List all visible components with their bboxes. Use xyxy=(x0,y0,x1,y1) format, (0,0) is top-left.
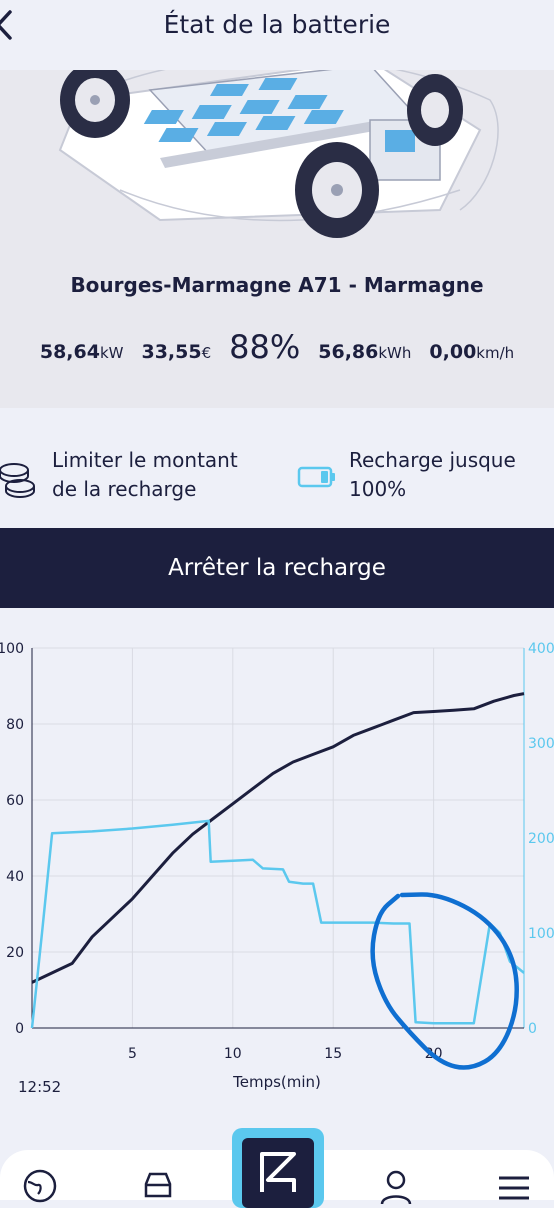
chart-x-axis-label: Temps(min) xyxy=(232,1073,321,1091)
menu-icon xyxy=(499,1176,529,1200)
y-tick-left-label: 100 xyxy=(0,641,24,657)
speed-unit: km/h xyxy=(476,344,515,362)
charge-percent-value: 88% xyxy=(229,328,301,366)
y-tick-left-label: 60 xyxy=(6,793,24,809)
nav-menu[interactable] xyxy=(494,1168,534,1208)
annotation-stroke xyxy=(370,892,519,1070)
y-tick-right-label: 400 xyxy=(528,641,554,657)
cost-value: 33,55 xyxy=(141,341,202,363)
y-tick-right-label: 100 xyxy=(528,926,554,942)
nav-charging-inner xyxy=(242,1138,314,1208)
speed-value: 0,00 xyxy=(429,341,477,363)
x-tick-label: 15 xyxy=(324,1046,342,1062)
limit-amount-line1: Limiter le montant xyxy=(52,448,238,472)
chart-ticks: 02040608010001002003004005 10 15 20 xyxy=(0,641,554,1062)
charging-chart-svg: 02040608010001002003004005 10 15 20 12:52 T… xyxy=(0,641,554,1096)
coins-icon xyxy=(0,463,35,499)
energy-unit: kWh xyxy=(378,344,412,362)
charge-percent-stat: 88% xyxy=(229,328,300,366)
charge-until-option[interactable]: Recharge jusque 100% xyxy=(297,446,516,504)
y-tick-left-label: 40 xyxy=(6,869,24,885)
x-tick-label: 10 xyxy=(224,1046,242,1062)
cost-stat: 33,55€ xyxy=(141,341,211,363)
profile-icon xyxy=(380,1170,412,1204)
y-tick-left-label: 0 xyxy=(15,1021,24,1037)
car-icon xyxy=(144,1172,172,1198)
stop-charging-button[interactable]: Arrêter la recharge xyxy=(0,528,554,608)
battery-hero: Bourges-Marmagne A71 - Marmagne 58,64kW … xyxy=(0,70,554,408)
y-tick-right-label: 300 xyxy=(528,736,554,752)
hand-drawn-circle-annotation xyxy=(370,892,519,1070)
y-tick-right-label: 200 xyxy=(528,831,554,847)
nav-profile[interactable] xyxy=(376,1168,416,1208)
y-tick-right-label: 0 xyxy=(528,1021,537,1037)
map-icon xyxy=(23,1169,57,1203)
charge-until-line1: Recharge jusque xyxy=(349,448,516,472)
battery-icon xyxy=(297,466,335,488)
wheel-rear-right xyxy=(407,74,463,146)
nav-map[interactable] xyxy=(20,1168,60,1208)
station-name: Bourges-Marmagne A71 - Marmagne xyxy=(70,273,484,297)
series-line-left-axis xyxy=(31,692,525,984)
charging-icon xyxy=(260,1152,296,1192)
power-unit: kW xyxy=(99,344,124,362)
chart-axes xyxy=(31,648,525,1029)
chart-lines xyxy=(30,692,525,1029)
chart-grid xyxy=(32,647,524,1029)
charge-until-line2: 100% xyxy=(349,477,407,501)
nav-vehicle[interactable] xyxy=(138,1168,178,1208)
speed-stat: 0,00km/h xyxy=(429,341,514,363)
y-tick-left-label: 80 xyxy=(6,717,24,733)
power-value: 58,64 xyxy=(39,341,100,363)
charging-chart: 0 20 40 60 80 100 0 100 200 300 400 5 10 15 20 12:52 T… xyxy=(0,608,554,1108)
page-title: État de la batterie xyxy=(163,10,391,39)
y-tick-left-label: 20 xyxy=(6,945,24,961)
chart-start-time: 12:52 xyxy=(18,1078,61,1096)
charging-stats: 58,64kW 33,55€ 88% 56,86kWh 0,00km/h xyxy=(0,328,554,366)
nav-charging[interactable] xyxy=(232,1128,324,1208)
top-bar: État de la batterie xyxy=(0,0,554,70)
cost-unit: € xyxy=(201,344,212,362)
limit-amount-line2: de la recharge xyxy=(52,477,197,501)
wheel-front-right xyxy=(295,142,379,238)
car-battery-illustration xyxy=(58,70,499,238)
energy-stat: 56,86kWh xyxy=(318,341,411,363)
x-tick-label: 5 xyxy=(128,1046,137,1062)
limit-amount-option[interactable]: Limiter le montant de la recharge xyxy=(0,446,238,504)
power-stat: 58,64kW xyxy=(40,341,124,363)
energy-value: 56,86 xyxy=(318,341,379,363)
charge-options: Limiter le montant de la recharge Rechar… xyxy=(0,408,554,528)
